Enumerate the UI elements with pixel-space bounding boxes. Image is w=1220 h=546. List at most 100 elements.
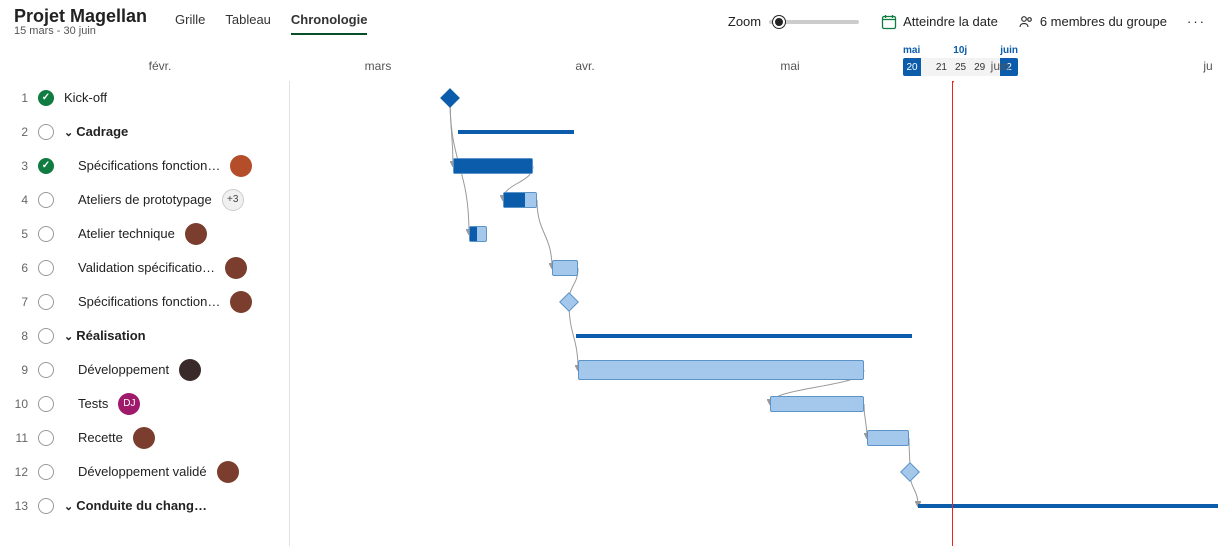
tab-timeline[interactable]: Chronologie [291, 8, 368, 35]
summary-bar[interactable] [458, 130, 574, 134]
task-row[interactable]: 12 Développement validé [0, 455, 289, 489]
gantt-row [290, 421, 1220, 455]
task-name-label: Kick-off [64, 90, 107, 105]
task-status-circle[interactable] [38, 158, 54, 174]
task-status-circle[interactable] [38, 328, 54, 344]
task-name-label: Réalisation [64, 328, 146, 343]
gantt-row [290, 319, 1220, 353]
task-avatar[interactable] [133, 427, 155, 449]
task-bar[interactable] [578, 360, 864, 380]
gantt-chart-panel[interactable] [290, 81, 1220, 546]
project-date-range: 15 mars - 30 juin [14, 25, 147, 37]
task-status-circle[interactable] [38, 90, 54, 106]
calendar-icon [881, 14, 897, 30]
task-name-label: Validation spécificatio… [78, 260, 215, 275]
gantt-row [290, 217, 1220, 251]
task-row[interactable]: 3Spécifications fonction… [0, 149, 289, 183]
minimap-left-month: mai [903, 45, 920, 56]
more-actions-button[interactable]: ··· [1187, 14, 1206, 29]
task-bar[interactable] [867, 430, 909, 446]
task-avatar[interactable]: DJ [118, 393, 140, 415]
timeline-ruler: mai 10j juin 20 21 25 29 2 févr.marsavr.… [0, 47, 1220, 81]
goto-date-button[interactable]: Atteindre la date [881, 14, 998, 30]
minimap-day: 25 [955, 62, 966, 73]
gantt-row [290, 387, 1220, 421]
milestone-marker[interactable] [900, 462, 920, 482]
project-title: Projet Magellan [14, 6, 147, 27]
task-row-number: 1 [10, 91, 28, 105]
group-members-label: 6 membres du groupe [1040, 14, 1167, 29]
ellipsis-icon: ··· [1187, 14, 1206, 29]
task-row[interactable]: 4Ateliers de prototypage+3 [0, 183, 289, 217]
task-status-circle[interactable] [38, 362, 54, 378]
project-title-block: Projet Magellan 15 mars - 30 juin [14, 6, 147, 37]
task-name-label: Développement validé [78, 464, 207, 479]
task-bar[interactable] [552, 260, 578, 276]
summary-bar[interactable] [918, 504, 1218, 508]
task-row[interactable]: 1 Kick-off [0, 81, 289, 115]
task-row[interactable]: 10TestsDJ [0, 387, 289, 421]
task-status-circle[interactable] [38, 124, 54, 140]
task-status-circle[interactable] [38, 192, 54, 208]
tab-table[interactable]: Tableau [225, 8, 271, 35]
task-name-label: Atelier technique [78, 226, 175, 241]
group-members-button[interactable]: 6 membres du groupe [1018, 14, 1167, 30]
task-row[interactable]: 13 Conduite du changeme… [0, 489, 289, 523]
task-status-circle[interactable] [38, 498, 54, 514]
task-avatar[interactable] [225, 257, 247, 279]
task-row[interactable]: 7Spécifications fonction… [0, 285, 289, 319]
zoom-label: Zoom [728, 14, 761, 29]
task-row-number: 8 [10, 329, 28, 343]
task-row-number: 7 [10, 295, 28, 309]
task-avatar[interactable] [230, 155, 252, 177]
task-bar[interactable] [453, 158, 533, 174]
task-row-number: 11 [10, 431, 28, 445]
task-bar[interactable] [469, 226, 487, 242]
ruler-month-label: juin [991, 59, 1010, 73]
task-row[interactable]: 8 Réalisation [0, 319, 289, 353]
ruler-month-label: mars [365, 59, 392, 73]
task-bar[interactable] [503, 192, 537, 208]
goto-date-label: Atteindre la date [903, 14, 998, 29]
task-avatar[interactable] [230, 291, 252, 313]
ruler-month-label: avr. [575, 59, 594, 73]
zoom-slider[interactable] [769, 20, 859, 24]
task-name-label: Conduite du changeme… [64, 498, 214, 513]
task-row-number: 5 [10, 227, 28, 241]
task-row[interactable]: 6Validation spécificatio… [0, 251, 289, 285]
task-avatar[interactable] [217, 461, 239, 483]
task-avatar[interactable]: +3 [222, 189, 244, 211]
task-row[interactable]: 5 Atelier technique [0, 217, 289, 251]
header-actions: Zoom Atteindre la date 6 membres du grou… [728, 14, 1206, 30]
task-avatar[interactable] [179, 359, 201, 381]
task-status-circle[interactable] [38, 260, 54, 276]
gantt-rows [290, 81, 1220, 523]
task-status-circle[interactable] [38, 396, 54, 412]
task-avatar[interactable] [185, 223, 207, 245]
task-bar[interactable] [770, 396, 864, 412]
zoom-control: Zoom [728, 14, 861, 29]
task-status-circle[interactable] [38, 464, 54, 480]
minimap-mid-label: 10j [953, 45, 967, 56]
task-row-number: 2 [10, 125, 28, 139]
task-row[interactable]: 11Recette [0, 421, 289, 455]
minimap-start-day: 20 [903, 58, 921, 76]
task-name-label: Développement [78, 362, 169, 377]
tab-grid[interactable]: Grille [175, 8, 205, 35]
view-tabs: Grille Tableau Chronologie [175, 8, 367, 35]
task-row-number: 9 [10, 363, 28, 377]
task-status-circle[interactable] [38, 294, 54, 310]
summary-bar[interactable] [576, 334, 912, 338]
task-list-panel: 1 Kick-off 2Cadrage3Spécifications fonctio… [0, 81, 290, 546]
app-header: Projet Magellan 15 mars - 30 juin Grille… [0, 0, 1220, 39]
task-row[interactable]: 2Cadrage [0, 115, 289, 149]
task-row-number: 12 [10, 465, 28, 479]
task-row-number: 4 [10, 193, 28, 207]
milestone-marker[interactable] [559, 292, 579, 312]
milestone-marker[interactable] [440, 88, 460, 108]
task-row-number: 3 [10, 159, 28, 173]
task-row-number: 13 [10, 499, 28, 513]
task-row[interactable]: 9 Développement [0, 353, 289, 387]
task-status-circle[interactable] [38, 226, 54, 242]
task-status-circle[interactable] [38, 430, 54, 446]
